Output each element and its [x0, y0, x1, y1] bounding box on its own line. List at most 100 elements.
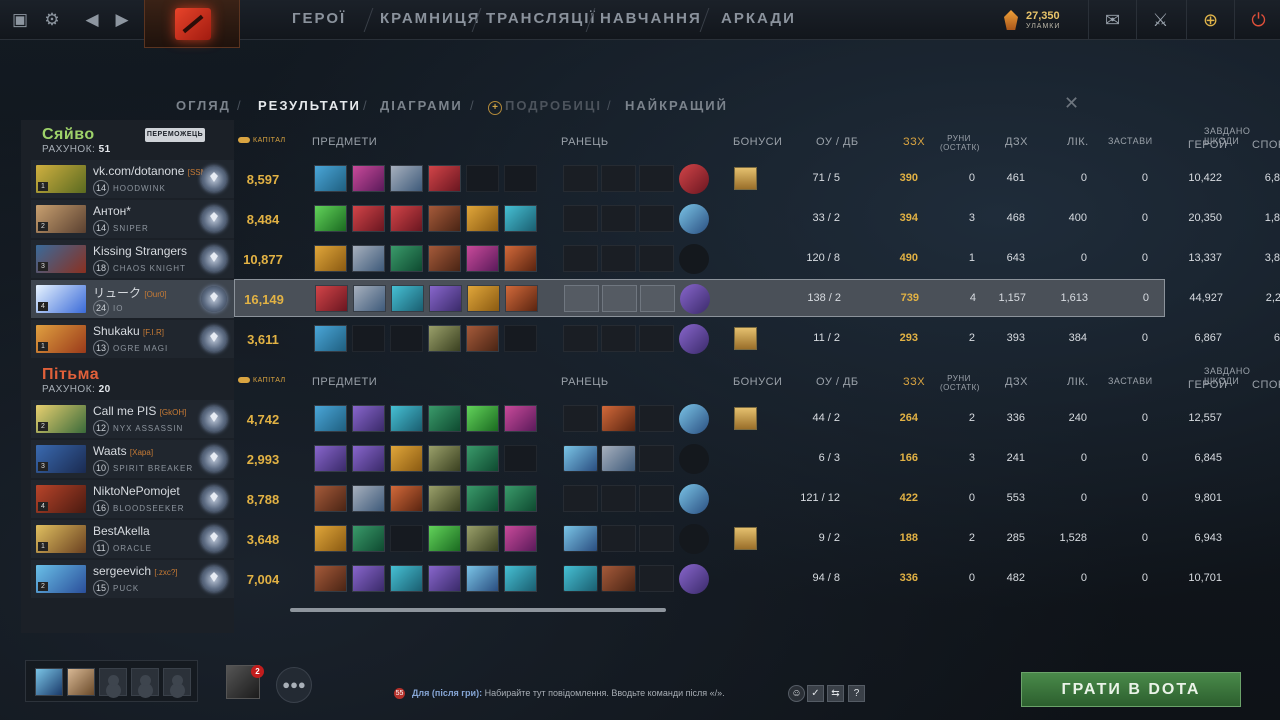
item-icon[interactable] [352, 405, 385, 432]
item-icon[interactable] [314, 445, 347, 472]
item-icon[interactable] [352, 205, 385, 232]
item-icon[interactable] [390, 165, 423, 192]
item-icon[interactable] [352, 485, 385, 512]
neutral-item-icon[interactable] [679, 164, 709, 194]
party-member-avatar[interactable] [35, 668, 63, 696]
item-icon[interactable] [428, 485, 461, 512]
item-icon[interactable] [428, 205, 461, 232]
item-icon[interactable] [353, 285, 386, 312]
forward-arrow-icon[interactable]: ▶ [110, 8, 134, 32]
tab-scoreboard[interactable]: РЕЗУЛЬТАТИ [258, 98, 361, 114]
item-icon[interactable] [314, 525, 347, 552]
item-icon[interactable] [315, 285, 348, 312]
item-icon[interactable] [314, 565, 347, 592]
tab-graphs[interactable]: ДІАГРАМИ [380, 98, 463, 114]
player-card[interactable]: 4 NiktoNePomojet 16 BLOODSEEKER [31, 480, 234, 518]
item-icon[interactable] [390, 485, 423, 512]
item-icon[interactable] [504, 405, 537, 432]
help-icon[interactable]: ? [848, 685, 865, 702]
item-icon[interactable] [314, 325, 347, 352]
backpack-item-icon[interactable] [601, 565, 636, 592]
item-icon[interactable] [314, 405, 347, 432]
nav-arcade[interactable]: АРКАДИ [721, 10, 796, 30]
player-card[interactable]: 2 Call me PIS [GkOH] 12 NYX ASSASSIN [31, 400, 234, 438]
nav-learn[interactable]: НАВЧАННЯ [600, 10, 702, 30]
item-icon[interactable] [390, 245, 423, 272]
backpack-item-icon[interactable] [601, 445, 636, 472]
neutral-item-icon[interactable] [680, 284, 710, 314]
dota-logo-button[interactable] [144, 0, 240, 48]
item-icon[interactable] [390, 445, 423, 472]
empty-party-slot[interactable] [99, 668, 127, 696]
neutral-item-icon[interactable] [679, 564, 709, 594]
player-card[interactable]: 2 sergeevich [.zxc?] 15 PUCK [31, 560, 234, 598]
power-icon[interactable]: ⏻ [1234, 0, 1280, 40]
item-icon[interactable] [466, 525, 499, 552]
neutral-item-icon[interactable] [679, 484, 709, 514]
item-icon[interactable] [466, 565, 499, 592]
item-icon[interactable] [352, 245, 385, 272]
item-icon[interactable] [352, 165, 385, 192]
shards-counter[interactable]: 27,350 УЛАМКИ [1004, 8, 1084, 34]
player-card[interactable]: 2 Антон* 14 SNIPER [31, 200, 234, 238]
nav-heroes[interactable]: ГЕРОЇ [292, 10, 346, 30]
emoji-icon[interactable]: ☺ [788, 685, 805, 702]
item-icon[interactable] [352, 565, 385, 592]
rank-medal-icon[interactable] [201, 446, 227, 472]
item-icon[interactable] [505, 285, 538, 312]
item-icon[interactable] [428, 565, 461, 592]
rank-medal-icon[interactable] [201, 486, 227, 512]
nav-watch[interactable]: ТРАНСЛЯЦІЇ [486, 10, 597, 30]
item-icon[interactable] [466, 485, 499, 512]
item-icon[interactable] [314, 205, 347, 232]
item-icon[interactable] [466, 205, 499, 232]
item-icon[interactable] [504, 565, 537, 592]
item-icon[interactable] [428, 405, 461, 432]
chat-input[interactable]: 55 Для (після гри): Набирайте тут повідом… [394, 688, 725, 700]
item-icon[interactable] [467, 285, 500, 312]
backpack-item-icon[interactable] [601, 405, 636, 432]
item-icon[interactable] [428, 165, 461, 192]
tab-details[interactable]: + ПОДРОБИЦІ [488, 98, 602, 115]
party-member-avatar[interactable] [67, 668, 95, 696]
neutral-item-icon[interactable] [679, 404, 709, 434]
close-icon[interactable]: ✕ [1064, 94, 1082, 112]
rank-medal-icon[interactable] [201, 166, 227, 192]
player-card[interactable]: 1 vk.com/dotanone [SSMO] 14 HOODWINK [31, 160, 234, 198]
neutral-item-icon[interactable] [679, 204, 709, 234]
friends-button[interactable]: ●●● [276, 667, 312, 703]
rank-medal-icon[interactable] [201, 326, 227, 352]
empty-party-slot[interactable] [163, 668, 191, 696]
rank-medal-icon[interactable] [201, 526, 227, 552]
checkmark-icon[interactable]: ✓ [807, 685, 824, 702]
item-icon[interactable] [314, 245, 347, 272]
item-icon[interactable] [428, 525, 461, 552]
item-icon[interactable] [466, 445, 499, 472]
rank-medal-icon[interactable] [201, 206, 227, 232]
empty-party-slot[interactable] [131, 668, 159, 696]
horizontal-scrollbar[interactable] [290, 608, 666, 612]
item-icon[interactable] [391, 285, 424, 312]
dota-plus-icon[interactable]: ⊕ [1186, 0, 1234, 40]
player-card[interactable]: 1 Shukaku [F.I.R] 13 OGRE MAGI [31, 320, 234, 358]
item-icon[interactable] [390, 565, 423, 592]
rank-medal-icon[interactable] [201, 286, 227, 312]
item-icon[interactable] [390, 405, 423, 432]
item-icon[interactable] [466, 245, 499, 272]
back-arrow-icon[interactable]: ◀ [80, 8, 104, 32]
item-icon[interactable] [428, 325, 461, 352]
chat-settings-icon[interactable]: ⇆ [827, 685, 844, 702]
item-icon[interactable] [352, 525, 385, 552]
backpack-item-icon[interactable] [563, 445, 598, 472]
backpack-item-icon[interactable] [563, 565, 598, 592]
backpack-item-icon[interactable] [563, 525, 598, 552]
item-icon[interactable] [352, 445, 385, 472]
item-icon[interactable] [504, 245, 537, 272]
tab-overview[interactable]: ОГЛЯД [176, 98, 231, 114]
rank-medal-icon[interactable] [201, 406, 227, 432]
item-icon[interactable] [466, 405, 499, 432]
mail-icon[interactable]: ✉ [1088, 0, 1136, 40]
item-icon[interactable] [504, 485, 537, 512]
neutral-item-icon[interactable] [679, 324, 709, 354]
item-icon[interactable] [429, 285, 462, 312]
